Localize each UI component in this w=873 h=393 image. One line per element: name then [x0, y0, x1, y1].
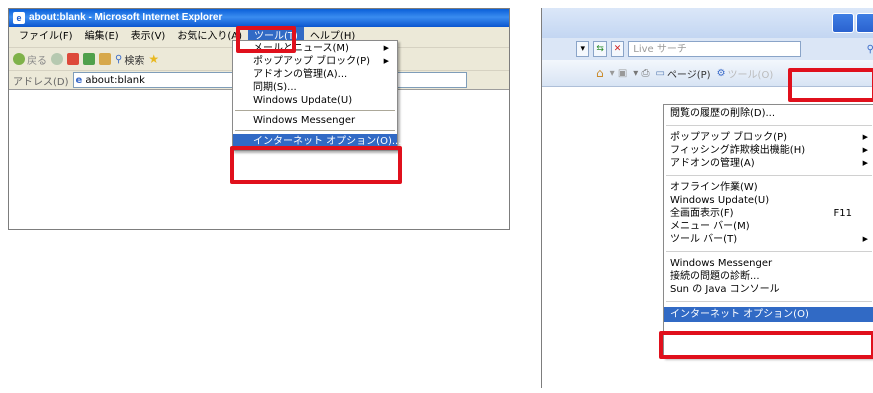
maximize-button[interactable]: [856, 13, 873, 33]
menu-separator: [666, 175, 872, 176]
dropdown-arrow-icon[interactable]: ▾: [576, 41, 590, 57]
home-icon[interactable]: ⌂: [596, 66, 604, 80]
tools-button[interactable]: ⚙ ツール(O): [717, 66, 774, 81]
gear-icon: ⚙: [716, 67, 726, 79]
menu-item-work-offline[interactable]: オフライン作業(W): [664, 181, 873, 194]
ie7-tools-menu: 閲覧の履歴の削除(D)... ポップアップ ブロック(P) ▶ フィッシング詐欺検…: [663, 104, 873, 358]
menu-item-diagnose-connection[interactable]: 接続の問題の診断...: [664, 270, 873, 283]
menu-item-java-console[interactable]: Sun の Java コンソール: [664, 283, 873, 296]
ie7-title-area: [542, 8, 873, 38]
feeds-icon[interactable]: ▾ ▣: [610, 68, 628, 79]
menu-item-full-screen[interactable]: 全画面表示(F) F11: [664, 207, 873, 220]
menu-separator: [235, 110, 395, 111]
menu-edit[interactable]: 編集(E): [79, 27, 125, 47]
menu-item-phishing-filter[interactable]: フィッシング詐欺検出機能(H) ▶: [664, 144, 873, 157]
menu-separator: [666, 251, 872, 252]
page-icon: e: [75, 74, 83, 86]
ie-logo-icon: e: [13, 12, 25, 24]
menu-item-menu-bar[interactable]: メニュー バー(M): [664, 220, 873, 233]
menu-view[interactable]: 表示(V): [125, 27, 172, 47]
refresh-icon[interactable]: ⇆: [593, 41, 607, 57]
ie7-search-row: ▾ ⇆ ✕ Live サーチ ⚲: [542, 38, 873, 60]
menu-item-manage-addons[interactable]: アドオンの管理(A)...: [233, 68, 397, 81]
ie6-tools-menu: メールとニュース(M) ▶ ポップアップ ブロック(P) ▶ アドオンの管理(A).…: [232, 40, 401, 151]
menu-item-windows-update[interactable]: Windows Update(U): [664, 194, 873, 207]
menu-item-manage-addons[interactable]: アドオンの管理(A) ▶: [664, 157, 873, 170]
favorites-star-icon[interactable]: ★: [148, 52, 159, 66]
home-icon[interactable]: [99, 53, 111, 65]
submenu-arrow-icon: ▶: [383, 44, 389, 52]
highlight-box-ie6-tools-menu: [236, 26, 296, 53]
page-icon: ▭: [655, 67, 665, 79]
submenu-arrow-icon: ▶: [862, 235, 868, 243]
highlight-box-ie6-internet-options: [230, 146, 402, 184]
stop-icon[interactable]: ✕: [610, 41, 625, 57]
menu-separator: [666, 125, 872, 126]
menu-item-sync[interactable]: 同期(S)...: [233, 81, 397, 94]
refresh-icon[interactable]: [83, 53, 95, 65]
submenu-arrow-icon: ▶: [862, 133, 868, 141]
minimize-button[interactable]: [832, 13, 854, 33]
ie6-window-title: about:blank - Microsoft Internet Explore…: [29, 12, 223, 23]
address-value: about:blank: [85, 74, 145, 86]
menu-separator: [235, 130, 395, 131]
back-arrow-icon: [13, 53, 25, 65]
menu-item-windows-update[interactable]: Windows Update(U): [233, 94, 397, 107]
menu-item-windows-messenger[interactable]: Windows Messenger: [233, 114, 397, 127]
menu-separator: [666, 301, 872, 302]
forward-arrow-icon[interactable]: [51, 53, 63, 65]
search-icon[interactable]: ⚲: [867, 44, 873, 55]
search-button[interactable]: ⚲ 検索: [115, 52, 144, 67]
ie6-title-bar: e about:blank - Microsoft Internet Explo…: [9, 9, 509, 27]
menu-item-delete-history[interactable]: 閲覧の履歴の削除(D)...: [664, 107, 873, 120]
highlight-box-ie7-tools-button: [788, 68, 873, 102]
menu-item-internet-options[interactable]: インターネット オプション(O): [664, 307, 873, 322]
menu-file[interactable]: ファイル(F): [13, 27, 79, 47]
page-button[interactable]: ▭ ページ(P): [655, 66, 710, 81]
menu-item-windows-messenger[interactable]: Windows Messenger: [664, 257, 873, 270]
menu-item-toolbars[interactable]: ツール バー(T) ▶: [664, 233, 873, 246]
search-input[interactable]: Live サーチ: [628, 41, 801, 57]
shortcut-label: F11: [833, 208, 852, 219]
submenu-arrow-icon: ▶: [383, 57, 389, 65]
search-icon: ⚲: [115, 53, 123, 65]
submenu-arrow-icon: ▶: [862, 146, 868, 154]
submenu-arrow-icon: ▶: [862, 159, 868, 167]
menu-item-popup-blocker[interactable]: ポップアップ ブロック(P) ▶: [233, 55, 397, 68]
highlight-box-ie7-internet-options: [659, 331, 873, 359]
stop-icon[interactable]: [67, 53, 79, 65]
back-button[interactable]: 戻る: [13, 52, 47, 67]
menu-item-popup-blocker[interactable]: ポップアップ ブロック(P) ▶: [664, 131, 873, 144]
print-icon[interactable]: ▾ ⎙: [633, 68, 649, 79]
address-label: アドレス(D): [13, 76, 69, 88]
